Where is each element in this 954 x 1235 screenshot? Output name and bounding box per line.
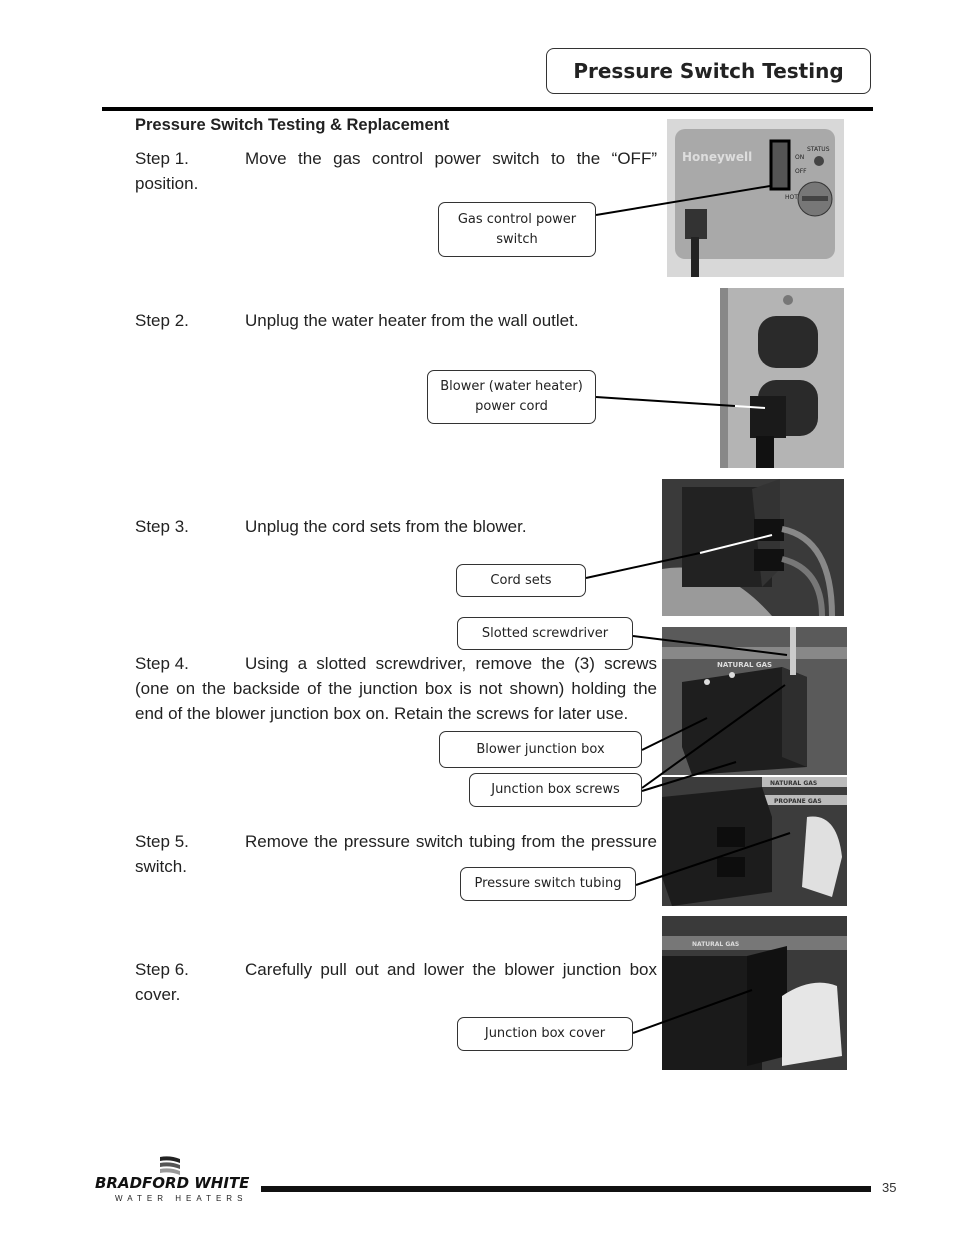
photo-junction-box-screws: NATURAL GAS <box>662 627 847 775</box>
svg-text:HOT: HOT <box>785 194 798 201</box>
step-6: Step 6. Carefully pull out and lower the … <box>135 957 657 1007</box>
footer-rule <box>261 1186 871 1192</box>
callout-pressure-switch-tubing: Pressure switch tubing <box>460 867 636 901</box>
cord-sets-illustration <box>662 479 844 616</box>
photo-pressure-switch-tubing: NATURAL GAS PROPANE GAS <box>662 777 847 906</box>
step-number: Step 3. <box>135 517 189 536</box>
callout-junction-box-cover: Junction box cover <box>457 1017 633 1051</box>
step-number: Step 2. <box>135 311 189 330</box>
svg-text:STATUS: STATUS <box>807 146 830 153</box>
cover-illustration: NATURAL GAS <box>662 916 847 1070</box>
photo-gas-control: Honeywell ON OFF STATUS HOT <box>667 119 844 277</box>
callout-gas-control-switch: Gas control power switch <box>438 202 596 257</box>
step-number: Step 4. <box>135 654 189 673</box>
photo-junction-box-cover: NATURAL GAS <box>662 916 847 1070</box>
svg-text:NATURAL GAS: NATURAL GAS <box>770 780 817 787</box>
outlet-illustration <box>720 288 844 468</box>
callout-slotted-screwdriver: Slotted screwdriver <box>457 617 633 650</box>
callout-junction-box-screws: Junction box screws <box>469 773 642 807</box>
photo-wall-outlet <box>720 288 844 468</box>
svg-text:PROPANE GAS: PROPANE GAS <box>774 798 822 805</box>
step-number: Step 6. <box>135 960 189 979</box>
section-heading: Pressure Switch Testing & Replacement <box>135 116 450 134</box>
header-rule <box>102 107 873 111</box>
brand-logo: BRADFORD WHITE <box>95 1174 250 1192</box>
svg-text:ON: ON <box>795 154 804 161</box>
step-number: Step 5. <box>135 832 189 851</box>
step-text: Unplug the cord sets from the blower. <box>245 517 527 536</box>
junction-box-illustration: NATURAL GAS <box>662 627 847 775</box>
svg-text:NATURAL GAS: NATURAL GAS <box>717 661 772 669</box>
callout-blower-junction-box: Blower junction box <box>439 731 642 768</box>
svg-text:NATURAL GAS: NATURAL GAS <box>692 941 739 948</box>
leader-blower-power-cord <box>595 396 736 407</box>
step-1: Step 1. Move the gas control power switch… <box>135 146 657 196</box>
photo-cord-sets <box>662 479 844 616</box>
step-3: Step 3. Unplug the cord sets from the blo… <box>135 514 657 539</box>
step-4: Step 4. Using a slotted screwdriver, remo… <box>135 651 657 726</box>
page-title-box: Pressure Switch Testing <box>546 48 871 94</box>
brand-tagline: WATER HEATERS <box>115 1194 248 1203</box>
tubing-illustration: NATURAL GAS PROPANE GAS <box>662 777 847 906</box>
callout-cord-sets: Cord sets <box>456 564 586 597</box>
step-text: Unplug the water heater from the wall ou… <box>245 311 579 330</box>
step-number: Step 1. <box>135 149 189 168</box>
svg-text:OFF: OFF <box>795 168 807 175</box>
callout-blower-power-cord: Blower (water heater) power cord <box>427 370 596 424</box>
page-number: 35 <box>882 1180 897 1195</box>
step-2: Step 2. Unplug the water heater from the … <box>135 308 657 333</box>
page-title: Pressure Switch Testing <box>573 59 844 83</box>
honeywell-label: Honeywell <box>682 150 752 164</box>
gas-control-illustration: Honeywell ON OFF STATUS HOT <box>667 119 844 277</box>
